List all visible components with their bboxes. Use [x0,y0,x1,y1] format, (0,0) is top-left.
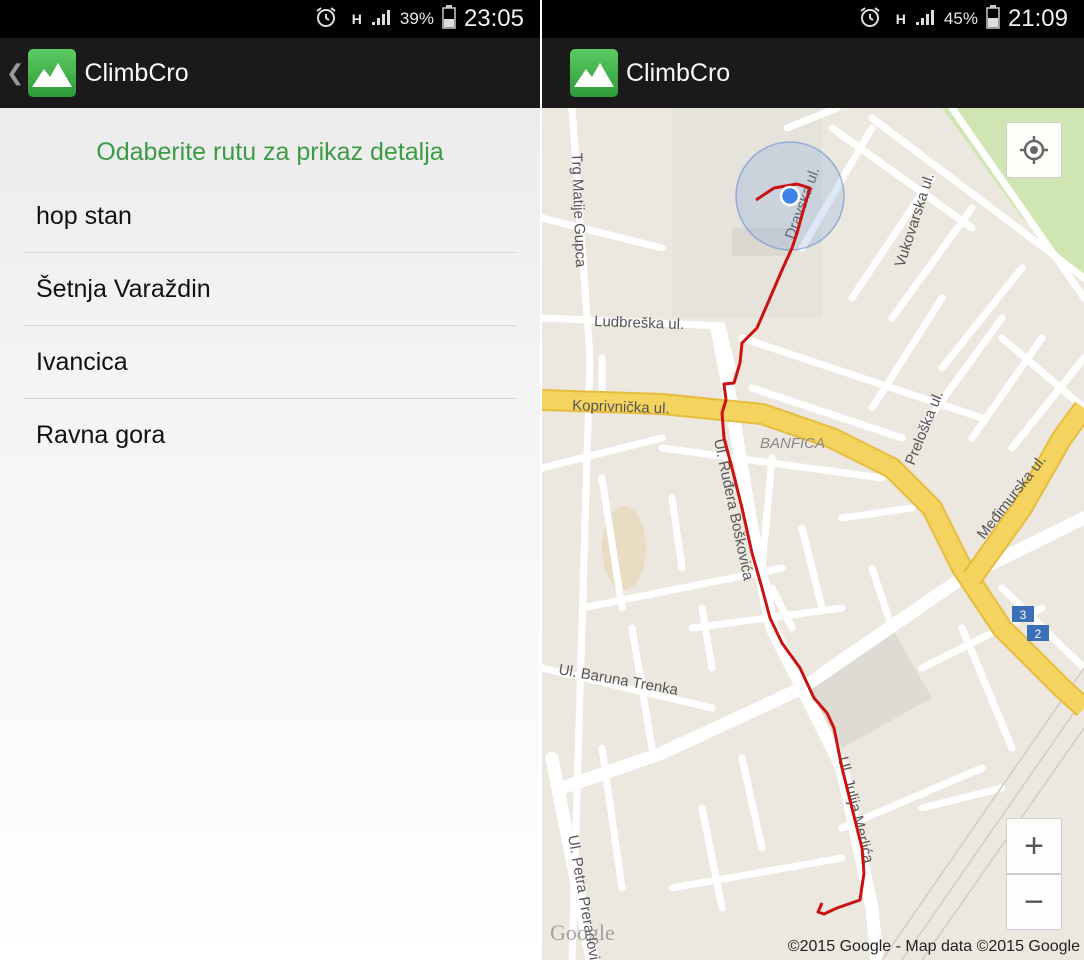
road-badge-number: 2 [1035,627,1042,641]
route-list: hop stan Šetnja Varaždin Ivancica Ravna … [24,180,516,472]
street-label: Ludbreška ul. [594,313,685,333]
app-logo-icon[interactable] [570,49,618,97]
back-chevron-icon[interactable]: ❮ [6,61,24,86]
alarm-icon [858,5,882,34]
network-type: H [351,11,362,27]
clock: 21:09 [1007,5,1068,32]
status-bar: H 45% 21:09 [542,0,1084,38]
battery-icon [986,4,1000,34]
zoom-in-button[interactable]: + [1006,818,1062,874]
action-bar: ClimbCro [542,38,1084,108]
zoom-out-button[interactable]: − [1006,874,1062,930]
list-header: Odaberite rutu za prikaz detalja [96,138,444,166]
app-title: ClimbCro [626,58,731,87]
map-canvas[interactable]: 3 2 Trg Matije Gupca Dravska ul. Vukovar… [542,104,1084,960]
map-copyright[interactable]: ©2015 Google - Map data ©2015 Google [788,938,1080,956]
list-item[interactable]: Ivancica [24,326,516,399]
app-title: ClimbCro [84,58,189,87]
google-logo: Google [550,920,615,945]
clock: 23:05 [463,5,524,32]
signal-icon [914,7,936,32]
battery-percent: 39% [399,9,434,28]
route-list-screen: H 39% 23:05 ❮ ClimbCro Odaberite rutu za… [0,0,540,960]
battery-icon [442,4,456,34]
route-map[interactable]: 3 2 Trg Matije Gupca Dravska ul. Vukovar… [542,104,1084,960]
signal-icon [370,7,392,32]
street-label: BANFICA [760,435,825,452]
plus-icon: + [1024,826,1044,865]
action-bar: ❮ ClimbCro [0,38,540,108]
network-type: H [895,11,906,27]
status-bar: H 39% 23:05 [0,0,540,38]
my-location-dot [779,185,801,207]
my-location-button[interactable] [1006,122,1062,178]
alarm-icon [314,5,338,34]
road-badge: 2 [1027,625,1049,641]
minus-icon: − [1024,882,1044,921]
crosshair-icon [1020,136,1048,164]
street-label: Koprivnička ul. [572,397,670,417]
list-item[interactable]: Šetnja Varaždin [24,253,516,326]
road-badge: 3 [1012,606,1034,622]
battery-percent: 45% [943,9,978,28]
list-item[interactable]: hop stan [24,180,516,253]
road-badge-number: 3 [1020,608,1027,622]
app-logo-icon[interactable] [28,49,77,97]
route-map-screen: H 45% 21:09 ClimbCro 3 2 Trg Matije Gupc… [542,0,1084,960]
list-item[interactable]: Ravna gora [24,399,516,472]
